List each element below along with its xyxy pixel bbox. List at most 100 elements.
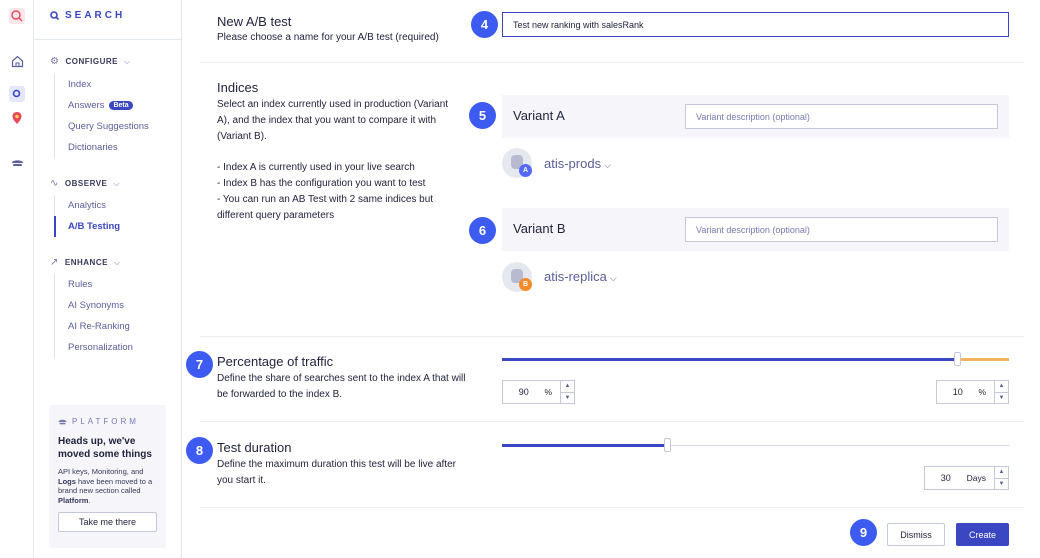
increment-icon[interactable]: ▲ (995, 467, 1008, 478)
traffic-a-value: 90 (518, 387, 529, 397)
step-badge-7: 7 (186, 351, 213, 378)
traffic-a-stepper[interactable]: 90 % ▲ ▼ (502, 380, 575, 404)
ab-test-form: New A/B test Please choose a name for yo… (182, 0, 1040, 558)
name-title: New A/B test (217, 14, 292, 29)
traffic-title: Percentage of traffic (217, 354, 334, 369)
recommend-icon[interactable] (0, 106, 34, 130)
home-icon[interactable] (0, 49, 34, 73)
sidebar-item-answers[interactable]: Answers Beta (55, 95, 149, 116)
section-title: ENHANCE (64, 258, 108, 267)
percent-unit: % (544, 387, 552, 397)
duration-title: Test duration (217, 440, 292, 455)
duration-description: Define the maximum duration this test wi… (217, 459, 456, 486)
section-title: CONFIGURE (65, 57, 118, 66)
platform-heading: Heads up, we've moved some things (58, 436, 152, 460)
sidebar-item-dictionaries[interactable]: Dictionaries (55, 137, 149, 158)
configure-nav: Index Answers Beta Query Suggestions Dict… (54, 74, 149, 158)
variant-a-index-select[interactable]: atis-prods ⌵ (544, 156, 611, 171)
chevron-down-icon: ⌵ (113, 257, 121, 267)
beta-badge: Beta (109, 101, 133, 110)
duration-slider-track[interactable] (502, 444, 668, 447)
database-icon: A (502, 148, 532, 178)
variant-a-badge: A (519, 164, 532, 177)
brand-name: SEARCH (65, 10, 126, 21)
step-badge-5: 5 (469, 102, 496, 129)
platform-body: API keys, Monitoring, and Logs have been… (58, 467, 153, 505)
chevron-down-icon: ⌵ (604, 160, 611, 170)
platform-notice: PLATFORM Heads up, we've moved some thin… (49, 405, 166, 548)
sidebar-item-rules[interactable]: Rules (55, 274, 133, 295)
decrement-icon[interactable]: ▼ (995, 391, 1008, 404)
section-configure[interactable]: ⚙ CONFIGURE ⌵ (50, 56, 131, 67)
platform-icon[interactable] (0, 150, 34, 174)
take-me-there-button[interactable]: Take me there (58, 512, 157, 532)
database-icon: B (502, 262, 532, 292)
name-description: Please choose a name for your A/B test (… (217, 32, 439, 43)
step-badge-9: 9 (850, 519, 877, 546)
variant-a-header: Variant A Variant description (optional) (502, 95, 1009, 138)
variant-a-label: Variant A (513, 108, 565, 123)
indices-bullet-3: - You can run an AB Test with 2 same ind… (217, 194, 434, 221)
create-button[interactable]: Create (956, 523, 1009, 546)
platform-icon (58, 419, 67, 425)
decrement-icon[interactable]: ▼ (561, 391, 574, 404)
enhance-nav: Rules AI Synonyms AI Re-Ranking Personal… (54, 274, 133, 358)
traffic-b-value: 10 (952, 387, 963, 397)
traffic-slider-track-a[interactable] (502, 358, 958, 361)
gear-icon: ⚙ (50, 56, 60, 67)
increment-icon[interactable]: ▲ (995, 381, 1008, 392)
trend-up-icon: ↗ (50, 257, 59, 268)
observe-nav: Analytics A/B Testing (54, 195, 120, 237)
step-badge-6: 6 (469, 217, 496, 244)
percent-unit: % (978, 387, 986, 397)
traffic-slider-handle[interactable] (954, 352, 961, 366)
chevron-down-icon: ⌵ (113, 178, 120, 188)
step-badge-8: 8 (186, 437, 213, 464)
sidebar-item-ai-re-ranking[interactable]: AI Re-Ranking (55, 316, 133, 337)
indices-description: Select an index currently used in produc… (217, 99, 449, 142)
sidebar-item-ai-synonyms[interactable]: AI Synonyms (55, 295, 133, 316)
traffic-slider-track-b[interactable] (958, 358, 1009, 361)
divider (200, 421, 1024, 422)
sidebar-item-analytics[interactable]: Analytics (55, 195, 120, 216)
dismiss-button[interactable]: Dismiss (887, 523, 945, 546)
indices-title: Indices (217, 80, 259, 95)
chevron-down-icon: ⌵ (123, 56, 131, 66)
variant-a-description-input[interactable]: Variant description (optional) (685, 104, 998, 129)
section-enhance[interactable]: ↗ ENHANCE ⌵ (50, 257, 121, 268)
step-badge-4: 4 (471, 11, 498, 38)
sidebar: SEARCH ⚙ CONFIGURE ⌵ Index Answers Beta Q… (34, 0, 182, 558)
variant-b-header: Variant B Variant description (optional) (502, 208, 1009, 251)
search-icon[interactable] (0, 4, 34, 28)
decrement-icon[interactable]: ▼ (995, 477, 1008, 490)
divider (200, 336, 1024, 337)
brand-logo[interactable]: SEARCH (50, 10, 125, 21)
app-rail (0, 0, 34, 558)
brand-divider (34, 39, 181, 40)
sidebar-item-ab-testing[interactable]: A/B Testing (54, 216, 120, 237)
days-unit: Days (966, 473, 986, 483)
section-title: OBSERVE (64, 179, 108, 188)
sidebar-item-query-suggestions[interactable]: Query Suggestions (55, 116, 149, 137)
platform-title: PLATFORM (58, 417, 157, 426)
traffic-b-stepper[interactable]: 10 % ▲ ▼ (936, 380, 1009, 404)
duration-value: 30 (940, 473, 951, 483)
variant-b-description-input[interactable]: Variant description (optional) (685, 217, 998, 242)
search-app-icon[interactable] (0, 82, 34, 106)
duration-slider-handle[interactable] (664, 438, 671, 452)
variant-b-label: Variant B (513, 221, 566, 236)
ab-test-name-input[interactable]: Test new ranking with salesRank (502, 12, 1009, 37)
divider (200, 62, 1024, 63)
indices-bullet-2: - Index B has the configuration you want… (217, 178, 426, 189)
section-observe[interactable]: ∿ OBSERVE ⌵ (50, 178, 120, 189)
variant-b-index-select[interactable]: atis-replica ⌵ (544, 269, 617, 284)
traffic-description: Define the share of searches sent to the… (217, 373, 466, 400)
pulse-icon: ∿ (50, 178, 59, 189)
increment-icon[interactable]: ▲ (561, 381, 574, 392)
sidebar-item-index[interactable]: Index (55, 74, 149, 95)
divider (200, 507, 1024, 508)
search-logo-icon (50, 11, 59, 20)
duration-stepper[interactable]: 30 Days ▲ ▼ (924, 466, 1009, 490)
sidebar-item-personalization[interactable]: Personalization (55, 337, 133, 358)
variant-b-badge: B (519, 278, 532, 291)
